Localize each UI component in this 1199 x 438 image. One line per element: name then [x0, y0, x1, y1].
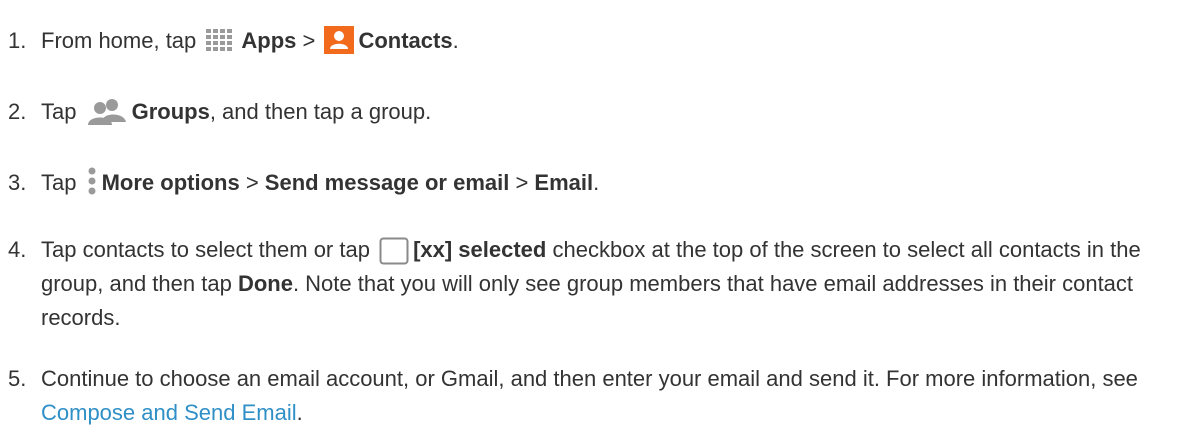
step-text: From home, tap Apps > Contacts.: [41, 24, 1160, 58]
step-4: 4. Tap contacts to select them or tap [x…: [0, 233, 1160, 335]
contacts-icon: [324, 26, 355, 54]
separator: >: [239, 170, 265, 195]
apps-label: Apps: [241, 28, 297, 53]
step-text-segment: Tap contacts to select them or tap: [41, 237, 377, 262]
contacts-label: Contacts: [358, 28, 453, 53]
step-text-end: .: [452, 28, 459, 53]
done-label: Done: [237, 271, 293, 296]
step-number: 1.: [8, 28, 27, 53]
separator: >: [509, 170, 535, 195]
groups-icon: [86, 98, 128, 126]
step-text-end: .: [593, 170, 600, 195]
step-text: Tap contacts to select them or tap [xx] …: [41, 233, 1160, 335]
step-1: 1. From home, tap Apps > Contacts.: [0, 24, 1160, 58]
step-text: Continue to choose an email account, or …: [41, 362, 1160, 430]
step-text-segment: From home, tap: [41, 28, 203, 53]
selected-label: [xx] selected: [413, 237, 547, 262]
compose-send-email-link[interactable]: Compose and Send Email: [41, 400, 297, 425]
step-number: 2.: [8, 99, 27, 124]
step-text-segment: Tap: [41, 99, 83, 124]
step-5: 5. Continue to choose an email account, …: [0, 362, 1160, 430]
more-options-icon: [86, 167, 98, 197]
step-text-segment: Tap: [41, 170, 83, 195]
step-text-end: .: [296, 400, 303, 425]
more-options-label: More options: [101, 170, 240, 195]
step-3: 3. Tap More options > Send message or em…: [0, 166, 1160, 200]
step-number: 3.: [8, 170, 27, 195]
instruction-steps: 1. From home, tap Apps > Contacts. 2. Ta…: [0, 0, 1199, 438]
step-text-segment: Continue to choose an email account, or …: [41, 366, 1138, 391]
checkbox-icon: [379, 237, 409, 265]
step-number: 5.: [8, 366, 27, 391]
step-2: 2. Tap Groups, and then tap a group.: [0, 95, 1160, 129]
send-message-label: Send message or email: [264, 170, 510, 195]
groups-label: Groups: [131, 99, 210, 124]
step-text: Tap More options > Send message or email…: [41, 166, 1160, 200]
step-text: Tap Groups, and then tap a group.: [41, 95, 1160, 129]
step-text-segment: , and then tap a group.: [209, 99, 432, 124]
step-number: 4.: [8, 237, 27, 262]
separator: >: [296, 28, 322, 53]
apps-grid-icon: [205, 28, 237, 54]
email-label: Email: [534, 170, 594, 195]
